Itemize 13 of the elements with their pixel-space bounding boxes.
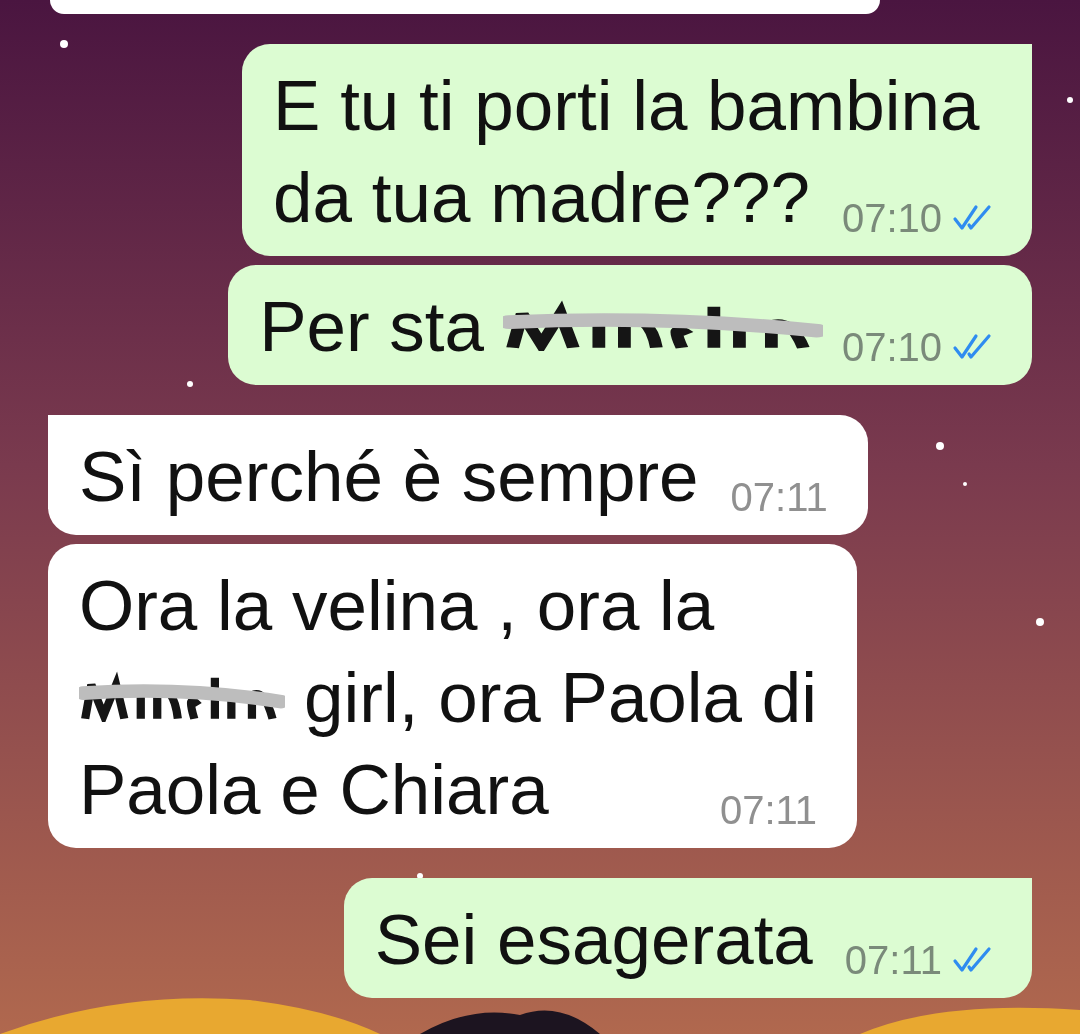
timestamp: 07:11	[719, 790, 818, 830]
timestamp: 07:10	[841, 198, 942, 238]
timestamp: 07:11	[730, 477, 828, 517]
message-text: Sì perché è sempre	[79, 437, 699, 516]
timestamp: 07:11	[844, 940, 942, 980]
message-text: Ora la velina , ora la	[79, 566, 715, 645]
message-text: E tu ti porti la bambina	[273, 66, 980, 145]
timestamp: 07:10	[841, 327, 942, 367]
message-text: Paola e Chiara	[79, 750, 549, 829]
message-text: Per sta	[259, 287, 485, 366]
message-text: da tua madre???	[273, 158, 810, 237]
message-text: girl, ora Paola di	[304, 658, 818, 737]
message-text: Sei esagerata	[374, 900, 813, 979]
